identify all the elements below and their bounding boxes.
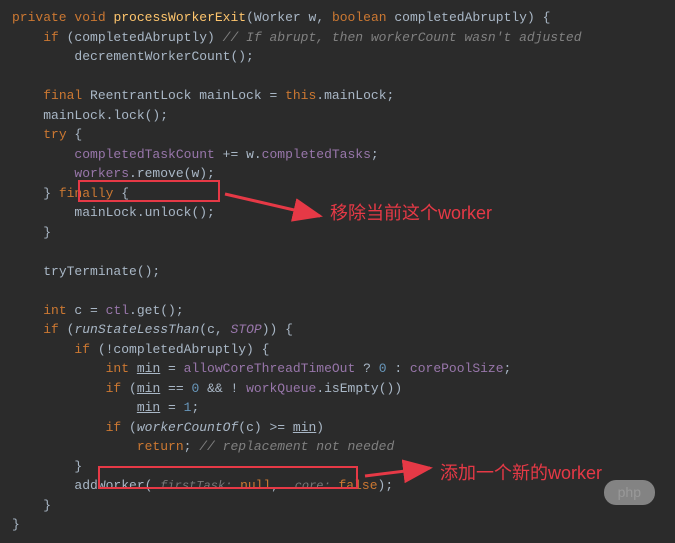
line-3: decrementWorkerCount(); xyxy=(74,49,253,64)
line-21: min = 1; xyxy=(137,400,199,415)
line-27: } xyxy=(12,517,20,532)
line-10: } finally { xyxy=(43,186,129,201)
line-1: private void processWorkerExit(Worker w,… xyxy=(12,10,550,25)
line-11: mainLock.unlock(); xyxy=(74,205,214,220)
line-12: } xyxy=(43,225,51,240)
line-8: completedTaskCount += w.completedTasks; xyxy=(74,147,378,162)
line-19: int min = allowCoreThreadTimeOut ? 0 : c… xyxy=(106,361,512,376)
line-6: mainLock.lock(); xyxy=(43,108,168,123)
line-5: final ReentrantLock mainLock = this.main… xyxy=(43,88,394,103)
line-26: } xyxy=(43,498,51,513)
line-23: return; // replacement not needed xyxy=(137,439,394,454)
line-22: if (workerCountOf(c) >= min) xyxy=(106,420,324,435)
line-20: if (min == 0 && ! workQueue.isEmpty()) xyxy=(106,381,403,396)
line-17: if (runStateLessThan(c, STOP)) { xyxy=(43,322,293,337)
line-2: if (completedAbruptly) // If abrupt, the… xyxy=(43,30,581,45)
line-14: tryTerminate(); xyxy=(43,264,160,279)
line-18: if (!completedAbruptly) { xyxy=(74,342,269,357)
line-7: try { xyxy=(43,127,82,142)
code-editor[interactable]: private void processWorkerExit(Worker w,… xyxy=(0,0,675,543)
line-9: workers.remove(w); xyxy=(74,166,214,181)
line-16: int c = ctl.get(); xyxy=(43,303,183,318)
line-24: } xyxy=(74,459,82,474)
line-25: addWorker( firstTask: null, core: false)… xyxy=(74,478,393,493)
